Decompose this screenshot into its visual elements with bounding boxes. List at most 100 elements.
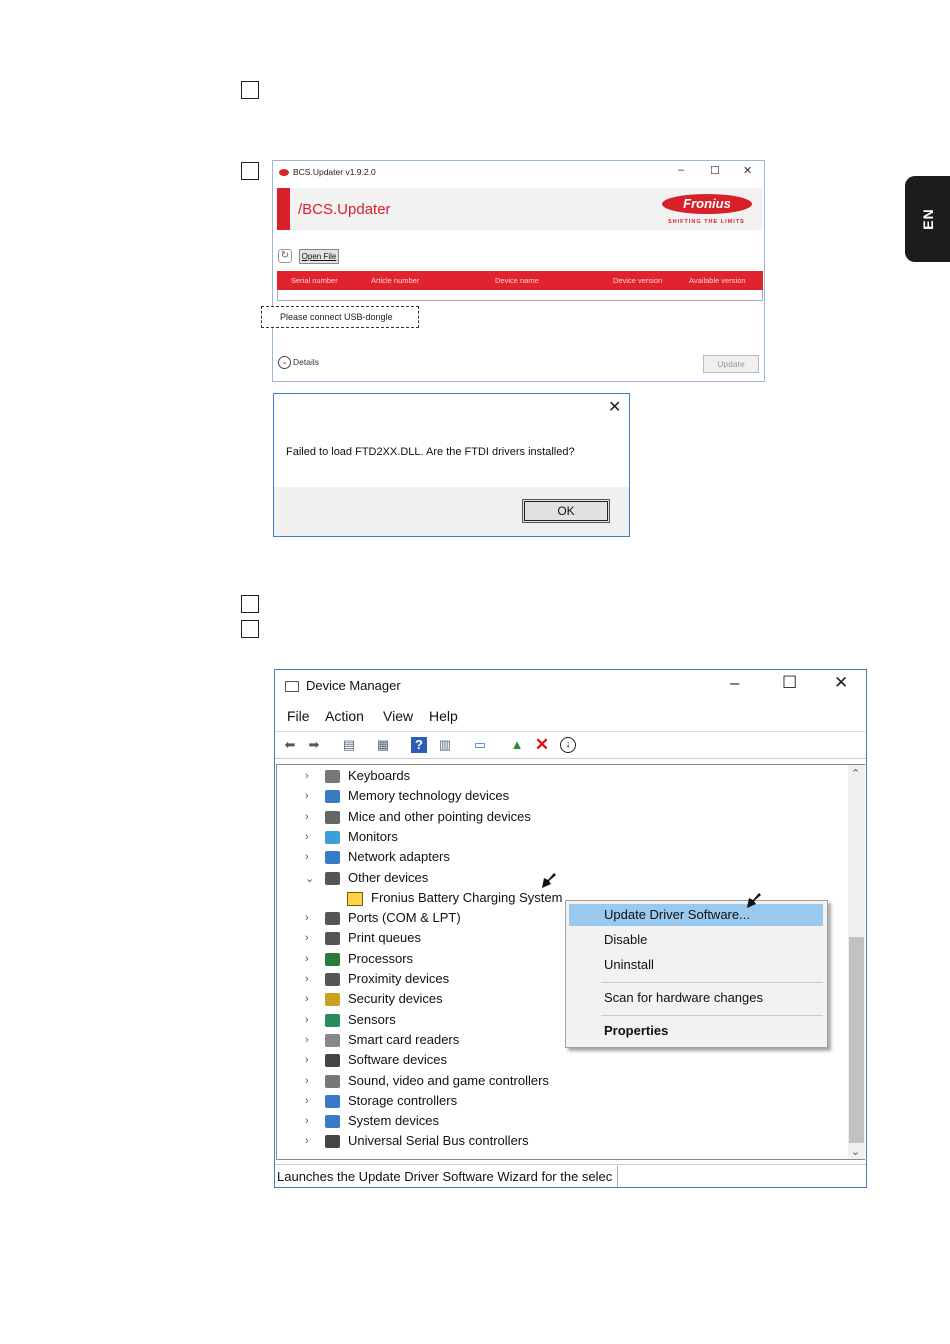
open-file-button[interactable]: Open File	[299, 249, 339, 264]
refresh-icon[interactable]: ↻	[278, 249, 292, 263]
tree-item-label: Print queues	[348, 930, 421, 946]
details-toggle[interactable]: ⌄ Details	[278, 356, 319, 369]
chevron-right-icon[interactable]: ›	[305, 1115, 315, 1127]
back-icon[interactable]: ⬅	[282, 737, 298, 753]
column-serial-number: Serial number	[291, 276, 338, 285]
keyboard-icon	[325, 770, 340, 783]
update-button[interactable]: Update	[703, 355, 759, 373]
column-available-version: Available version	[689, 276, 746, 285]
menu-file[interactable]: File	[287, 708, 310, 724]
minimize-icon[interactable]: –	[678, 164, 684, 176]
tree-item[interactable]: › Universal Serial Bus controllers	[277, 1132, 847, 1152]
tree-item[interactable]: › Sound, video and game controllers	[277, 1072, 847, 1092]
chevron-right-icon[interactable]: ›	[305, 770, 315, 782]
chevron-down-icon[interactable]: ⌄	[305, 872, 315, 885]
tree-item[interactable]: › Monitors	[277, 828, 847, 848]
tree-item-label: Fronius Battery Charging System	[371, 889, 563, 905]
tree-item-label: Proximity devices	[348, 971, 450, 986]
chevron-right-icon[interactable]: ›	[305, 932, 315, 944]
add-driver-icon[interactable]: ▲	[509, 737, 525, 753]
proximity-icon	[325, 973, 340, 986]
bcs-updater-window: BCS.Updater v1.9.2.0 – ☐ ✕ /BCS.Updater …	[261, 160, 765, 382]
chevron-up-icon[interactable]: ⌃	[851, 767, 860, 780]
uninstall-icon[interactable]: ✕	[534, 736, 550, 753]
window-title: Device Manager	[285, 678, 401, 693]
menu-action[interactable]: Action	[325, 708, 364, 724]
menu-item-label: Scan for hardware changes	[604, 990, 763, 1005]
tree-item-label: Sound, video and game controllers	[348, 1072, 549, 1088]
window-title-text: Device Manager	[306, 678, 401, 693]
chevron-right-icon[interactable]: ›	[305, 1075, 315, 1087]
chevron-right-icon[interactable]: ›	[305, 1135, 315, 1147]
menu-item-scan-hardware[interactable]: Scan for hardware changes	[569, 987, 823, 1009]
menu-item-uninstall[interactable]: Uninstall	[569, 954, 823, 976]
usb-icon	[325, 1135, 340, 1149]
show-hide-tree-icon[interactable]: ▤	[341, 737, 357, 753]
sound-icon	[325, 1074, 340, 1088]
menu-view[interactable]: View	[383, 708, 413, 724]
scrollbar-thumb[interactable]	[849, 937, 864, 1143]
chevron-down-icon[interactable]: ⌄	[851, 1145, 860, 1158]
status-bar: Launches the Update Driver Software Wiza…	[275, 1164, 866, 1188]
status-text: Launches the Update Driver Software Wiza…	[277, 1169, 613, 1184]
maximize-icon[interactable]: ☐	[782, 673, 797, 693]
chevron-right-icon[interactable]: ›	[305, 1095, 315, 1107]
tree-item[interactable]: › System devices	[277, 1112, 847, 1132]
tree-item[interactable]: ⌄ Other devices	[277, 869, 847, 889]
chevron-right-icon[interactable]: ›	[305, 790, 315, 802]
step-checkbox-1	[241, 81, 259, 99]
usb-dongle-message: Please connect USB-dongle	[261, 306, 419, 328]
tree-item-label: Sensors	[348, 1011, 396, 1027]
scan-hardware-icon[interactable]: ▭	[472, 737, 488, 753]
app-header: /BCS.Updater	[298, 201, 391, 218]
chevron-right-icon[interactable]: ›	[305, 831, 315, 843]
chevron-right-icon[interactable]: ›	[305, 811, 315, 823]
context-menu: Update Driver Software... Disable Uninst…	[565, 900, 828, 1048]
chevron-right-icon[interactable]: ›	[305, 973, 315, 985]
chevron-right-icon[interactable]: ›	[305, 1034, 315, 1046]
menu-item-properties[interactable]: Properties	[569, 1020, 823, 1042]
menu-help[interactable]: Help	[429, 708, 458, 724]
menu-item-disable[interactable]: Disable	[569, 929, 823, 951]
tree-item[interactable]: › Mice and other pointing devices	[277, 808, 847, 828]
chevron-right-icon[interactable]: ›	[305, 993, 315, 1005]
help-icon[interactable]: ?	[411, 737, 427, 753]
tree-item[interactable]: › Storage controllers	[277, 1092, 847, 1112]
tree-item[interactable]: › Keyboards	[277, 767, 847, 787]
dialog-footer: OK	[274, 487, 629, 536]
download-icon[interactable]: ↓	[560, 737, 576, 753]
chevron-right-icon[interactable]: ›	[305, 1014, 315, 1026]
tree-item-label: Memory technology devices	[348, 788, 510, 804]
close-icon[interactable]: ✕	[608, 397, 621, 417]
step-checkbox-3	[241, 595, 259, 613]
menu-item-update-driver[interactable]: Update Driver Software...	[569, 904, 823, 926]
mouse-pointer-icon	[747, 893, 761, 908]
tree-item[interactable]: › Memory technology devices	[277, 787, 847, 807]
close-icon[interactable]: ✕	[834, 673, 848, 693]
update-view-icon[interactable]: ▥	[437, 737, 453, 753]
chevron-right-icon[interactable]: ›	[305, 912, 315, 924]
chevron-right-icon[interactable]: ›	[305, 851, 315, 863]
menu-item-label: Properties	[604, 1023, 669, 1038]
menu-separator	[601, 982, 823, 983]
security-icon	[325, 993, 340, 1007]
menu-item-label: Uninstall	[604, 957, 654, 972]
chevron-right-icon[interactable]: ›	[305, 1054, 315, 1066]
maximize-icon[interactable]: ☐	[710, 164, 720, 177]
language-label: EN	[919, 208, 936, 230]
app-icon	[279, 169, 289, 177]
app-banner: /BCS.Updater Fronius SHIFTING THE LIMITS	[277, 188, 762, 230]
close-icon[interactable]: ✕	[743, 164, 752, 177]
tree-item-label: Ports (COM & LPT)	[348, 910, 461, 926]
properties-icon[interactable]: ▦	[375, 737, 391, 753]
minimize-icon[interactable]: –	[730, 673, 739, 693]
chevron-right-icon[interactable]: ›	[305, 953, 315, 965]
tree-item[interactable]: › Network adapters	[277, 848, 847, 868]
tree-item[interactable]: › Software devices	[277, 1051, 847, 1071]
storage-icon	[325, 1094, 340, 1108]
ok-button[interactable]: OK	[522, 499, 610, 523]
mouse-pointer-icon	[542, 873, 556, 888]
tree-item-label: Storage controllers	[348, 1092, 458, 1108]
vertical-scrollbar[interactable]: ⌃ ⌄	[848, 764, 865, 1160]
forward-icon[interactable]: ➡	[306, 737, 322, 753]
